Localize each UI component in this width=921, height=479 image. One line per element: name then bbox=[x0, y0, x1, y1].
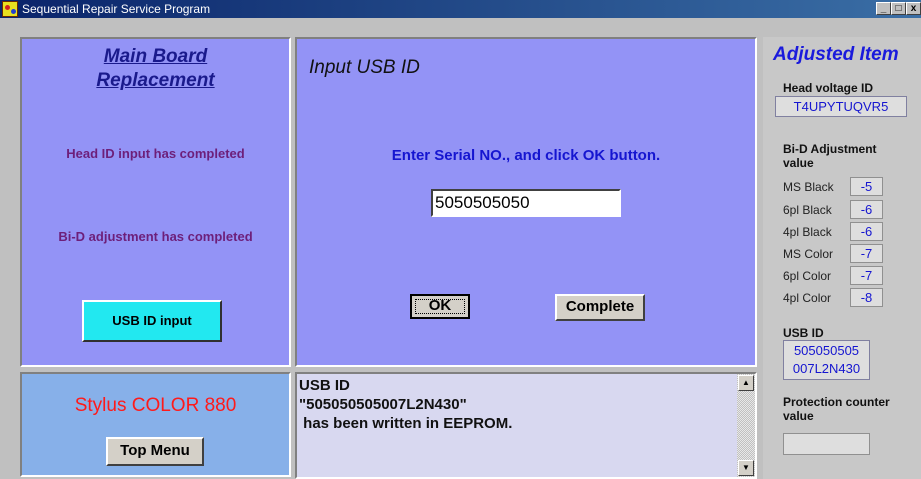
minimize-button[interactable]: _ bbox=[876, 2, 891, 15]
usb-id-value-line2: 007L2N430 bbox=[792, 361, 861, 376]
protection-label-line1: Protection counter bbox=[783, 395, 890, 409]
panel-title-line1: Main Board bbox=[103, 46, 208, 67]
bid-row-label: MS Color bbox=[783, 247, 834, 261]
scroll-down-icon[interactable]: ▼ bbox=[738, 460, 754, 476]
bid-row-value: -5 bbox=[850, 177, 883, 196]
window-title: Sequential Repair Service Program bbox=[22, 2, 211, 16]
serial-number-input[interactable] bbox=[431, 189, 621, 217]
bid-row-label: 6pl Color bbox=[783, 269, 832, 283]
usb-id-value: 505050505 007L2N430 bbox=[783, 340, 870, 380]
model-name: Stylus COLOR 880 bbox=[74, 395, 237, 416]
protection-label-line2: value bbox=[783, 409, 814, 423]
bid-row-label: 4pl Color bbox=[783, 291, 832, 305]
bid-label-line1: Bi-D Adjustment bbox=[783, 142, 877, 156]
center-title: Input USB ID bbox=[309, 57, 420, 78]
usb-id-input-button[interactable]: USB ID input bbox=[82, 300, 222, 342]
maximize-button[interactable]: □ bbox=[891, 2, 906, 15]
complete-button[interactable]: Complete bbox=[555, 294, 645, 321]
bid-row-value: -7 bbox=[850, 244, 883, 263]
log-text: USB ID "505050505007L2N430" has been wri… bbox=[299, 377, 513, 432]
title-bar: Sequential Repair Service Program _ □ x bbox=[0, 0, 921, 18]
instruction-text: Enter Serial NO., and click OK button. bbox=[391, 147, 661, 164]
bid-row-label: MS Black bbox=[783, 180, 834, 194]
bid-row-label: 4pl Black bbox=[783, 225, 832, 239]
bid-row-value: -6 bbox=[850, 200, 883, 219]
log-panel[interactable]: USB ID "505050505007L2N430" has been wri… bbox=[295, 372, 757, 479]
head-voltage-label: Head voltage ID bbox=[783, 81, 874, 95]
ok-button[interactable]: OK bbox=[410, 294, 470, 319]
bid-label-line2: value bbox=[783, 156, 814, 170]
main-board-panel: Main Board Replacement Head ID input has… bbox=[20, 37, 291, 367]
adjusted-item-panel: Adjusted Item Head voltage ID T4UPYTUQVR… bbox=[763, 37, 921, 479]
scroll-up-icon[interactable]: ▲ bbox=[738, 375, 754, 391]
bid-row-value: -7 bbox=[850, 266, 883, 285]
top-menu-button[interactable]: Top Menu bbox=[106, 437, 204, 466]
head-voltage-value: T4UPYTUQVR5 bbox=[775, 96, 907, 117]
usb-id-label: USB ID bbox=[783, 326, 824, 340]
usb-id-value-line1: 505050505 bbox=[793, 343, 860, 358]
bid-status: Bi-D adjustment has completed bbox=[58, 229, 253, 244]
protection-counter-value bbox=[783, 433, 870, 455]
bid-row-value: -6 bbox=[850, 222, 883, 241]
bid-row-value: -8 bbox=[850, 288, 883, 307]
head-id-status: Head ID input has completed bbox=[66, 146, 245, 161]
input-usb-panel: Input USB ID Enter Serial NO., and click… bbox=[295, 37, 757, 367]
model-panel: Stylus COLOR 880 Top Menu bbox=[20, 372, 291, 477]
close-button[interactable]: x bbox=[906, 2, 921, 15]
panel-title-line2: Replacement bbox=[96, 70, 215, 91]
log-scrollbar[interactable]: ▲ ▼ bbox=[737, 374, 755, 477]
app-icon[interactable] bbox=[2, 1, 18, 17]
adjusted-item-title: Adjusted Item bbox=[773, 44, 899, 65]
bid-row-label: 6pl Black bbox=[783, 203, 832, 217]
